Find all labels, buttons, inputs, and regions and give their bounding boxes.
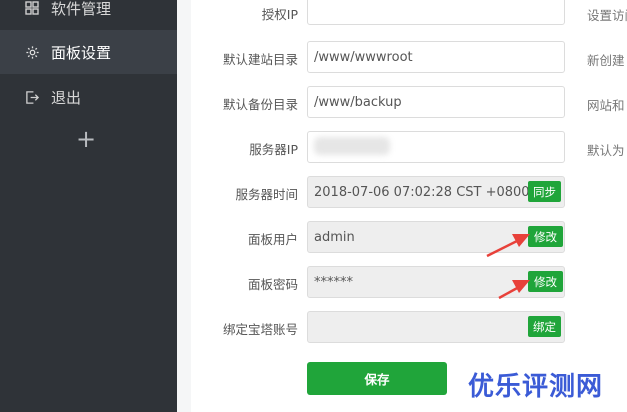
- red-arrow-icon: [486, 234, 530, 258]
- red-arrow-icon: [498, 280, 530, 300]
- watermark-text: 优乐评测网: [468, 372, 604, 402]
- annotation-arrows: [486, 234, 530, 300]
